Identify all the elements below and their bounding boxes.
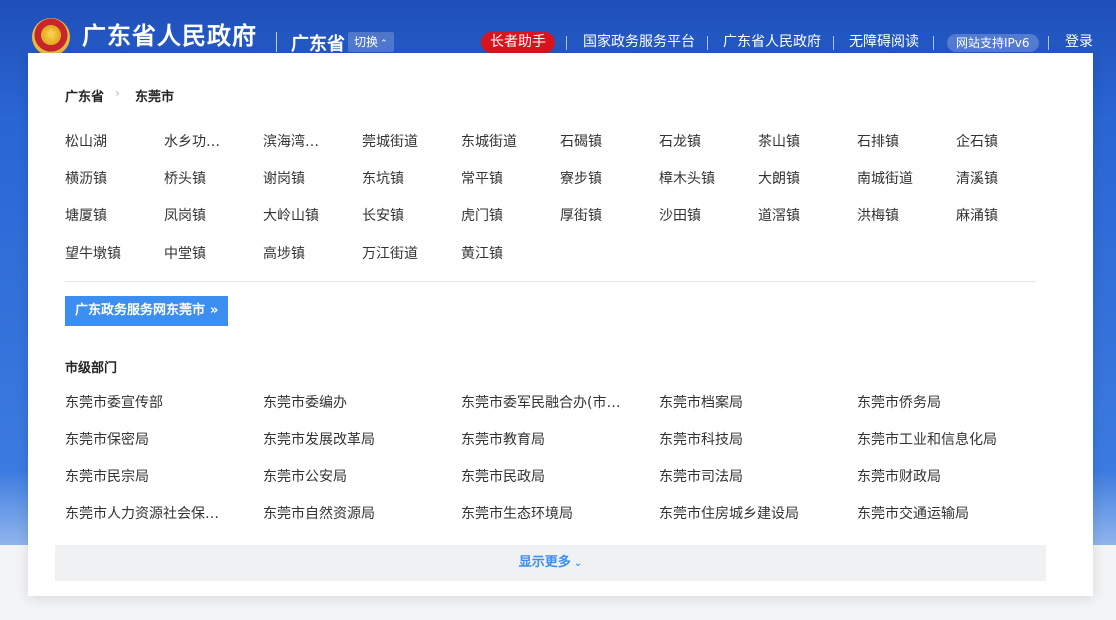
breadcrumb-province[interactable]: 广东省: [65, 86, 104, 105]
department-link[interactable]: 东莞市司法局: [659, 468, 824, 486]
department-link[interactable]: 东莞市委宣传部: [65, 394, 230, 412]
nav-divider: [1048, 36, 1049, 50]
department-link[interactable]: 东莞市科技局: [659, 431, 824, 449]
department-link[interactable]: 东莞市自然资源局: [263, 505, 428, 523]
town-link[interactable]: 谢岗镇: [263, 170, 353, 188]
town-link[interactable]: 寮步镇: [560, 170, 650, 188]
town-link[interactable]: 南城街道: [857, 170, 947, 188]
title-divider: [276, 32, 277, 52]
nav-divider: [833, 36, 834, 50]
town-link[interactable]: 常平镇: [461, 170, 551, 188]
show-more-label: 显示更多: [518, 555, 571, 570]
elder-assistant-button[interactable]: 长者助手: [481, 32, 555, 53]
town-link[interactable]: 企石镇: [956, 133, 1046, 151]
chevron-up-icon: ⌃: [380, 39, 388, 49]
region-dropdown-panel: 广东省 › 东莞市 松山湖 水乡功… 滨海湾… 莞城街道 东城街道 石碣镇 石龙…: [28, 53, 1093, 596]
breadcrumb-city: 东莞市: [135, 90, 175, 105]
department-link[interactable]: 东莞市交通运输局: [857, 505, 1022, 523]
town-link[interactable]: 莞城街道: [362, 133, 452, 151]
nav-divider: [933, 36, 934, 50]
nav-link-accessibility[interactable]: 无障碍阅读: [849, 33, 919, 51]
star-icon: ★: [44, 26, 58, 42]
login-link[interactable]: 登录: [1065, 33, 1093, 51]
town-link[interactable]: 大岭山镇: [263, 207, 353, 225]
department-link[interactable]: 东莞市财政局: [857, 468, 1022, 486]
region-switch-button[interactable]: 切换 ⌃: [348, 32, 394, 52]
town-link[interactable]: 洪梅镇: [857, 207, 947, 225]
town-link[interactable]: 桥头镇: [164, 170, 254, 188]
town-link[interactable]: 清溪镇: [956, 170, 1046, 188]
town-link[interactable]: 万江街道: [362, 245, 452, 263]
department-link[interactable]: 东莞市档案局: [659, 394, 824, 412]
city-portal-button[interactable]: 广东政务服务网东莞市 »: [65, 296, 229, 326]
department-link[interactable]: 东莞市住房城乡建设局: [659, 505, 824, 523]
section-divider: [65, 281, 1036, 282]
section-title-city-departments: 市级部门: [65, 361, 118, 376]
department-link[interactable]: 东莞市民政局: [461, 468, 626, 486]
town-link[interactable]: 石龙镇: [659, 133, 749, 151]
nav-divider: [707, 36, 708, 50]
ipv6-badge: 网站支持IPv6: [947, 34, 1039, 52]
town-link[interactable]: 塘厦镇: [65, 207, 155, 225]
show-more-button[interactable]: 显示更多 ⌄: [55, 545, 1046, 581]
town-link[interactable]: 麻涌镇: [956, 207, 1046, 225]
town-link[interactable]: 松山湖: [65, 133, 155, 151]
department-link[interactable]: 东莞市人力资源社会保障局: [65, 505, 230, 523]
town-link[interactable]: 石排镇: [857, 133, 947, 151]
region-switch-label: 切换: [354, 35, 379, 49]
town-link[interactable]: 东城街道: [461, 133, 551, 151]
town-link[interactable]: 水乡功…: [164, 133, 254, 151]
town-link[interactable]: 凤岗镇: [164, 207, 254, 225]
double-chevron-right-icon: »: [210, 303, 219, 318]
department-link[interactable]: 东莞市侨务局: [857, 394, 1022, 412]
department-link[interactable]: 东莞市发展改革局: [263, 431, 428, 449]
top-navigation-bar: ★ 广东省人民政府 广东省 切换 ⌃ 长者助手 国家政务服务平台 广东省人民政府 …: [0, 0, 1116, 60]
town-link[interactable]: 沙田镇: [659, 207, 749, 225]
town-link[interactable]: 高埗镇: [263, 245, 353, 263]
national-emblem-icon[interactable]: ★: [32, 18, 70, 56]
town-link[interactable]: 横沥镇: [65, 170, 155, 188]
town-link[interactable]: 滨海湾…: [263, 133, 353, 151]
town-link[interactable]: 樟木头镇: [659, 170, 749, 188]
town-link[interactable]: 石碣镇: [560, 133, 650, 151]
department-link[interactable]: 东莞市公安局: [263, 468, 428, 486]
site-title[interactable]: 广东省人民政府: [82, 16, 257, 51]
chevron-down-icon: ⌄: [573, 558, 583, 569]
nav-link-national-platform[interactable]: 国家政务服务平台: [583, 33, 695, 51]
department-link[interactable]: 东莞市生态环境局: [461, 505, 626, 523]
town-link[interactable]: 长安镇: [362, 207, 452, 225]
department-link[interactable]: 东莞市民宗局: [65, 468, 230, 486]
department-link[interactable]: 东莞市委军民融合办(市…: [461, 394, 626, 412]
town-link[interactable]: 东坑镇: [362, 170, 452, 188]
department-link[interactable]: 东莞市工业和信息化局: [857, 431, 1022, 449]
town-link[interactable]: 中堂镇: [164, 245, 254, 263]
department-link[interactable]: 东莞市委编办: [263, 394, 428, 412]
town-link[interactable]: 虎门镇: [461, 207, 551, 225]
city-portal-label: 广东政务服务网东莞市: [75, 303, 206, 318]
nav-divider: [566, 36, 567, 50]
town-link[interactable]: 大朗镇: [758, 170, 848, 188]
town-link[interactable]: 道滘镇: [758, 207, 848, 225]
department-link[interactable]: 东莞市教育局: [461, 431, 626, 449]
town-link[interactable]: 黄江镇: [461, 245, 551, 263]
chevron-right-icon: ›: [115, 86, 120, 100]
town-link[interactable]: 茶山镇: [758, 133, 848, 151]
department-link[interactable]: 东莞市保密局: [65, 431, 230, 449]
nav-link-provincial-gov[interactable]: 广东省人民政府: [723, 33, 821, 51]
town-link[interactable]: 望牛墩镇: [65, 245, 155, 263]
town-link[interactable]: 厚街镇: [560, 207, 650, 225]
